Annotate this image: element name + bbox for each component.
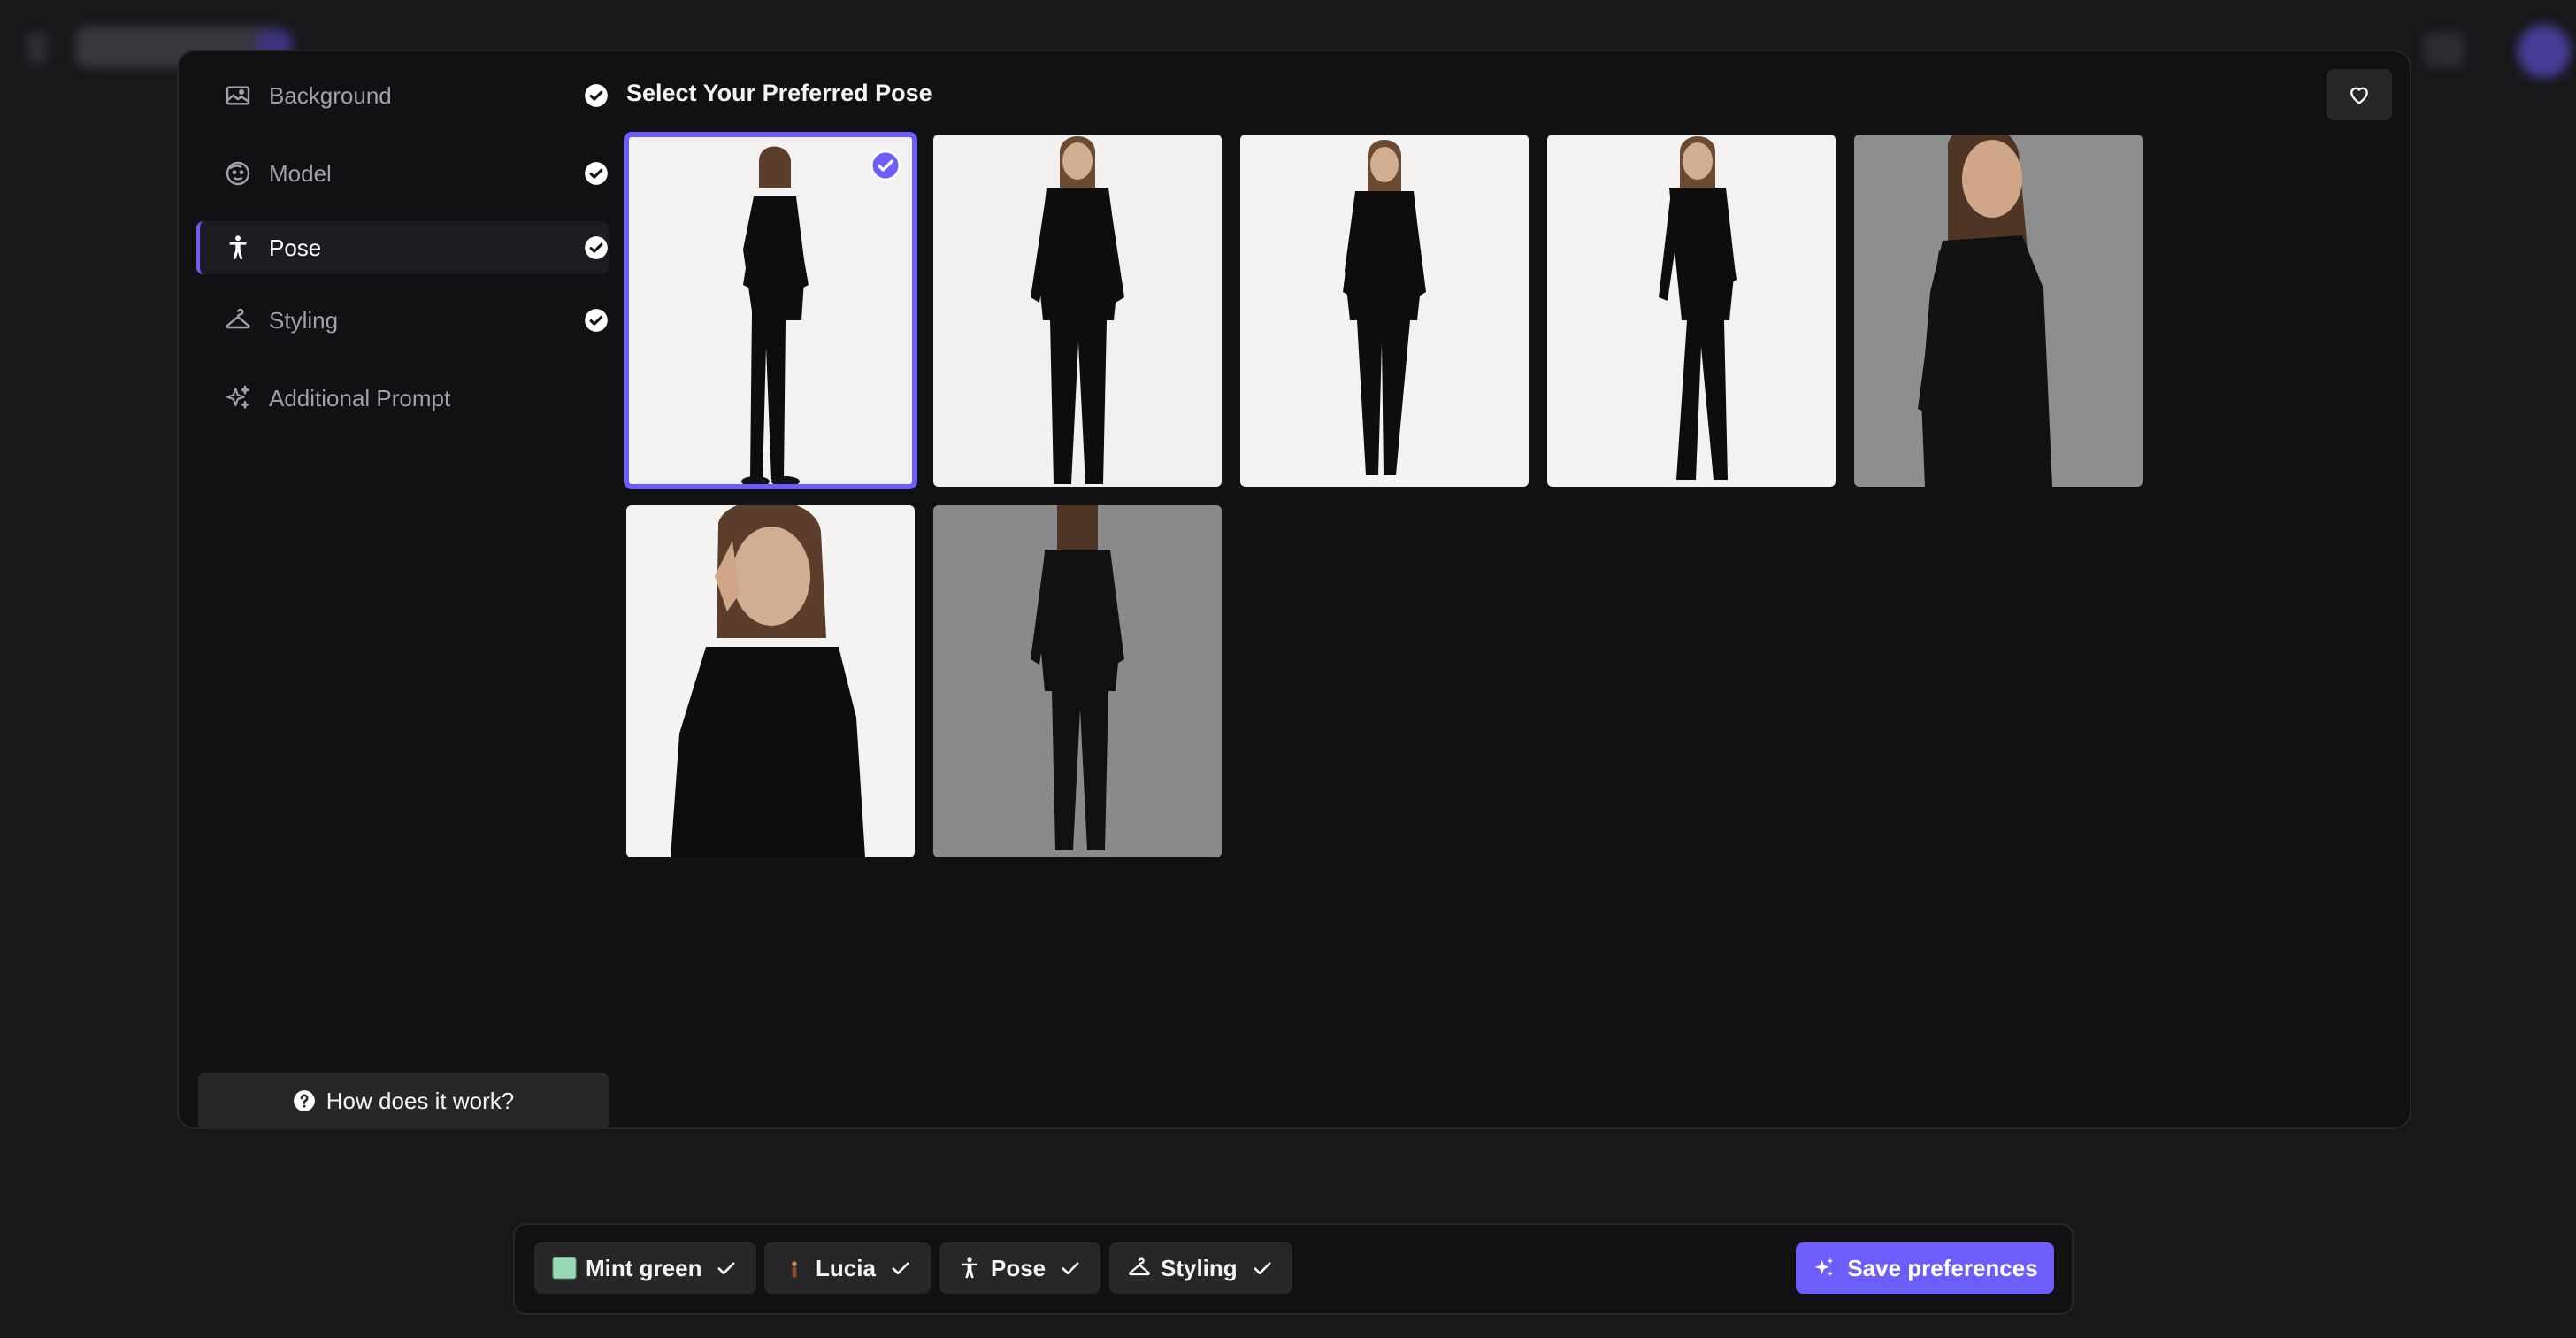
pose-option-4[interactable] bbox=[1547, 135, 1836, 487]
pose-option-2[interactable] bbox=[933, 135, 1222, 487]
chip-styling[interactable]: Styling bbox=[1109, 1242, 1292, 1294]
chip-background[interactable]: Mint green bbox=[534, 1242, 757, 1294]
sidebar-item-label: Background bbox=[269, 81, 392, 109]
sidebar-item-additional-prompt[interactable]: Additional Prompt bbox=[196, 372, 609, 425]
chip-pose[interactable]: Pose bbox=[939, 1242, 1101, 1294]
sidebar-item-label: Additional Prompt bbox=[269, 384, 451, 411]
check-icon bbox=[1250, 1256, 1275, 1280]
pose-thumbnail bbox=[1547, 135, 1836, 487]
chip-label: Lucia bbox=[816, 1254, 876, 1281]
hanger-icon bbox=[1127, 1256, 1152, 1280]
question-circle-icon bbox=[293, 1090, 315, 1111]
avatar bbox=[2518, 25, 2571, 78]
pose-option-5[interactable] bbox=[1854, 135, 2143, 487]
check-icon bbox=[1058, 1256, 1083, 1280]
favorite-button[interactable] bbox=[2327, 69, 2392, 120]
pose-thumbnail bbox=[1854, 135, 2143, 487]
pose-thumbnail bbox=[933, 505, 1222, 857]
sidebar-item-pose[interactable]: Pose bbox=[196, 221, 609, 274]
how-it-works-label: How does it work? bbox=[326, 1087, 515, 1114]
hanger-icon bbox=[223, 305, 253, 335]
chip-label: Mint green bbox=[586, 1254, 702, 1281]
person-pose-icon bbox=[957, 1256, 982, 1280]
heart-icon bbox=[2350, 87, 2368, 104]
summary-bar: Mint green Lucia Pose Styling Save prefe… bbox=[513, 1223, 2074, 1315]
save-preferences-button[interactable]: Save preferences bbox=[1796, 1242, 2054, 1294]
chip-label: Styling bbox=[1161, 1254, 1238, 1281]
backdrop-button bbox=[2424, 32, 2465, 67]
sidebar-item-label: Styling bbox=[269, 306, 339, 334]
chip-label: Pose bbox=[991, 1254, 1046, 1281]
sidebar-item-label: Pose bbox=[269, 234, 322, 261]
pose-thumbnail bbox=[933, 135, 1222, 487]
save-preferences-label: Save preferences bbox=[1847, 1254, 2038, 1281]
pose-option-6[interactable] bbox=[626, 505, 915, 857]
sidebar-item-styling[interactable]: Styling bbox=[196, 294, 609, 347]
page-title: Select Your Preferred Pose bbox=[626, 80, 932, 106]
how-it-works-button[interactable]: How does it work? bbox=[198, 1073, 609, 1129]
image-frame-icon bbox=[223, 81, 253, 111]
check-circle-icon bbox=[585, 236, 608, 259]
person-pose-icon bbox=[223, 233, 253, 263]
pose-thumbnail bbox=[626, 505, 915, 857]
check-circle-icon bbox=[585, 84, 608, 107]
sidebar-item-label: Model bbox=[269, 159, 332, 187]
pose-grid bbox=[624, 132, 2143, 857]
back-icon bbox=[27, 32, 48, 64]
check-icon bbox=[888, 1256, 913, 1280]
pose-option-3[interactable] bbox=[1240, 135, 1529, 487]
model-figure-icon bbox=[782, 1256, 807, 1280]
sparkles-icon bbox=[223, 383, 253, 413]
face-icon bbox=[223, 158, 253, 188]
check-circle-icon bbox=[585, 309, 608, 332]
sparkles-icon bbox=[1814, 1257, 1834, 1277]
chip-model[interactable]: Lucia bbox=[764, 1242, 931, 1294]
check-circle-icon bbox=[585, 162, 608, 185]
pose-thumbnail bbox=[1240, 135, 1529, 487]
pose-option-1[interactable] bbox=[624, 132, 917, 489]
pose-thumbnail bbox=[626, 135, 915, 487]
sidebar-item-model[interactable]: Model bbox=[196, 147, 609, 200]
pose-option-7[interactable] bbox=[933, 505, 1222, 857]
selected-check-icon bbox=[870, 150, 901, 181]
color-swatch-icon bbox=[552, 1256, 577, 1280]
sidebar-item-background[interactable]: Background bbox=[196, 69, 609, 122]
check-icon bbox=[714, 1256, 739, 1280]
preferences-dialog: Background Model Pose Styling Additional… bbox=[177, 50, 2411, 1129]
